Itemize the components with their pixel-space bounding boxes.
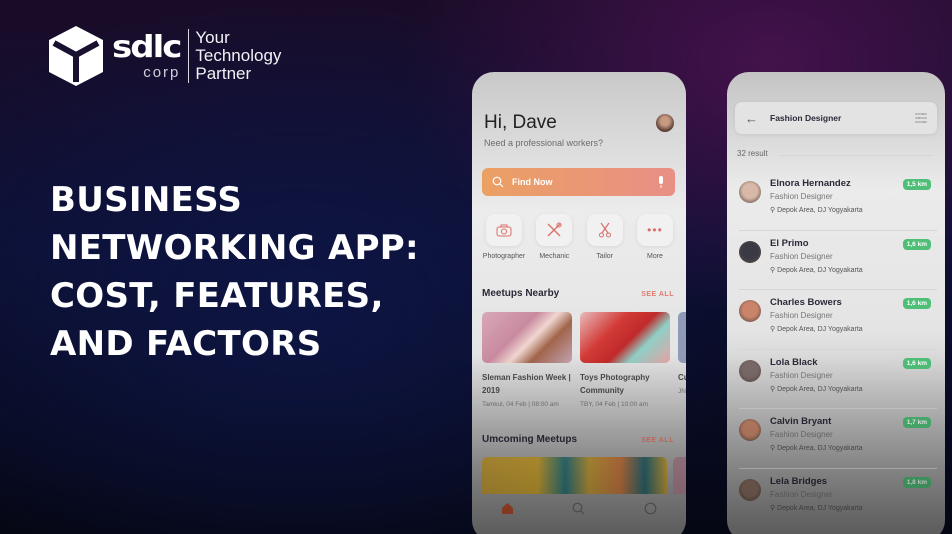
- tools-icon: [547, 222, 562, 237]
- upcoming-meetups-title: Umcoming Meetups: [482, 434, 578, 445]
- search-title: Fashion Designer: [770, 113, 842, 123]
- location-pin-icon: ⚲: [770, 445, 776, 453]
- avatar: [739, 181, 761, 203]
- greeting-subtitle: Need a professional workers?: [484, 138, 604, 148]
- category-mechanic[interactable]: Mechanic: [532, 214, 576, 260]
- location-pin-icon: ⚲: [770, 266, 776, 274]
- person-location: ⚲ Depok Area, DJ Yogyakarta: [770, 385, 863, 393]
- meetup-image: [678, 312, 686, 363]
- filter-icon[interactable]: [915, 113, 927, 123]
- upcoming-meetup-image[interactable]: [482, 457, 667, 494]
- location-pin-icon: ⚲: [770, 385, 776, 393]
- person-location: ⚲ Depok Area, DJ Yogyakarta: [770, 445, 863, 453]
- person-location: ⚲ Depok Area, DJ Yogyakarta: [770, 504, 863, 512]
- people-list: Elnora Hernandez Fashion Designer ⚲ Depo…: [727, 171, 945, 529]
- scissors-icon: [598, 222, 611, 238]
- person-location: ⚲ Depok Area, DJ Yogyakarta: [770, 266, 863, 274]
- meetup-card[interactable]: Cu Pr JN: [678, 312, 686, 408]
- avatar: [739, 240, 761, 263]
- avatar: [739, 359, 761, 382]
- meetup-card[interactable]: Toys Photography Community TBY, 04 Feb |…: [580, 312, 670, 408]
- avatar: [739, 478, 761, 501]
- meetup-card[interactable]: Sleman Fashion Week | 2019 Tamkul, 04 Fe…: [482, 312, 572, 408]
- person-role: Fashion Designer: [770, 251, 833, 261]
- list-item[interactable]: Elnora Hernandez Fashion Designer ⚲ Depo…: [739, 171, 937, 231]
- logo-divider: [188, 29, 190, 83]
- distance-badge: 1,6 km: [902, 298, 931, 310]
- search-icon: [492, 176, 504, 188]
- bottom-tab-bar: [472, 494, 686, 534]
- phone-home-screen: Hi, Dave Need a professional workers? Fi…: [472, 72, 686, 534]
- person-name: Lela Bridges: [770, 475, 828, 487]
- person-name: El Primo: [770, 237, 809, 249]
- search-header: ← Fashion Designer: [735, 102, 937, 134]
- greeting: Hi, Dave: [484, 112, 557, 133]
- person-name: Calvin Bryant: [770, 416, 832, 428]
- camera-icon: [496, 224, 512, 236]
- phone-search-results-screen: ← Fashion Designer 32 result Elnora Hern…: [727, 72, 945, 534]
- category-photographer[interactable]: Photographer: [482, 214, 526, 260]
- brand-logo: sdlc corp Your Technology Partner: [46, 24, 281, 88]
- brand-tagline: Your Technology Partner: [195, 28, 282, 83]
- person-name: Elnora Hernandez: [770, 178, 851, 189]
- page-headline: BUSINESS NETWORKING APP: COST, FEATURES,…: [50, 180, 419, 364]
- distance-badge: 1,8 km: [902, 476, 931, 488]
- find-now-search-bar[interactable]: Find Now: [482, 168, 675, 196]
- list-item[interactable]: Lela Bridges Fashion Designer ⚲ Depok Ar…: [739, 469, 937, 529]
- distance-badge: 1,6 km: [902, 238, 931, 250]
- list-item[interactable]: El Primo Fashion Designer ⚲ Depok Area, …: [739, 231, 937, 291]
- back-arrow-icon[interactable]: ←: [745, 111, 758, 126]
- chat-icon[interactable]: [644, 502, 657, 515]
- meetups-nearby-see-all[interactable]: SEE ALL: [641, 291, 674, 298]
- category-tailor[interactable]: Tailor: [583, 214, 627, 260]
- avatar: [739, 419, 761, 442]
- person-name: Charles Bowers: [770, 297, 842, 309]
- more-icon: •••: [647, 223, 663, 237]
- brand-name: sdlc: [112, 29, 182, 65]
- category-list: Photographer Mechanic Tailor ••• More: [482, 214, 677, 260]
- avatar: [739, 300, 761, 323]
- distance-badge: 1,6 km: [902, 357, 931, 369]
- person-role: Fashion Designer: [770, 430, 833, 440]
- location-pin-icon: ⚲: [770, 326, 776, 334]
- meetup-image: [580, 312, 670, 363]
- distance-badge: 1,7 km: [902, 417, 931, 429]
- divider: [779, 155, 934, 156]
- microphone-icon[interactable]: [657, 176, 665, 188]
- person-location: ⚲ Depok Area, DJ Yogyakarta: [770, 326, 863, 334]
- distance-badge: 1,5 km: [902, 179, 931, 190]
- meetup-image: [482, 312, 572, 363]
- person-location: ⚲ Depok Area, DJ Yogyakarta: [770, 207, 863, 214]
- meetups-nearby-list: Sleman Fashion Week | 2019 Tamkul, 04 Fe…: [482, 312, 686, 408]
- cube-logo-icon: [49, 26, 103, 86]
- person-role: Fashion Designer: [770, 311, 833, 321]
- user-avatar[interactable]: [656, 114, 674, 132]
- location-pin-icon: ⚲: [770, 207, 776, 214]
- search-icon[interactable]: [572, 502, 585, 515]
- location-pin-icon: ⚲: [770, 504, 776, 512]
- person-role: Fashion Designer: [770, 192, 833, 201]
- home-icon[interactable]: [501, 502, 514, 515]
- person-role: Fashion Designer: [770, 370, 833, 380]
- upcoming-meetups-see-all[interactable]: SEE ALL: [641, 437, 674, 444]
- person-name: Lola Black: [770, 356, 818, 368]
- result-count: 32 result: [737, 149, 768, 158]
- brand-sub: corp: [143, 64, 181, 81]
- list-item[interactable]: Charles Bowers Fashion Designer ⚲ Depok …: [739, 290, 937, 350]
- list-item[interactable]: Calvin Bryant Fashion Designer ⚲ Depok A…: [739, 409, 937, 469]
- person-role: Fashion Designer: [770, 489, 833, 499]
- category-more[interactable]: ••• More: [633, 214, 677, 260]
- upcoming-meetup-image[interactable]: [673, 457, 686, 494]
- meetups-nearby-title: Meetups Nearby: [482, 288, 560, 299]
- list-item[interactable]: Lola Black Fashion Designer ⚲ Depok Area…: [739, 350, 937, 410]
